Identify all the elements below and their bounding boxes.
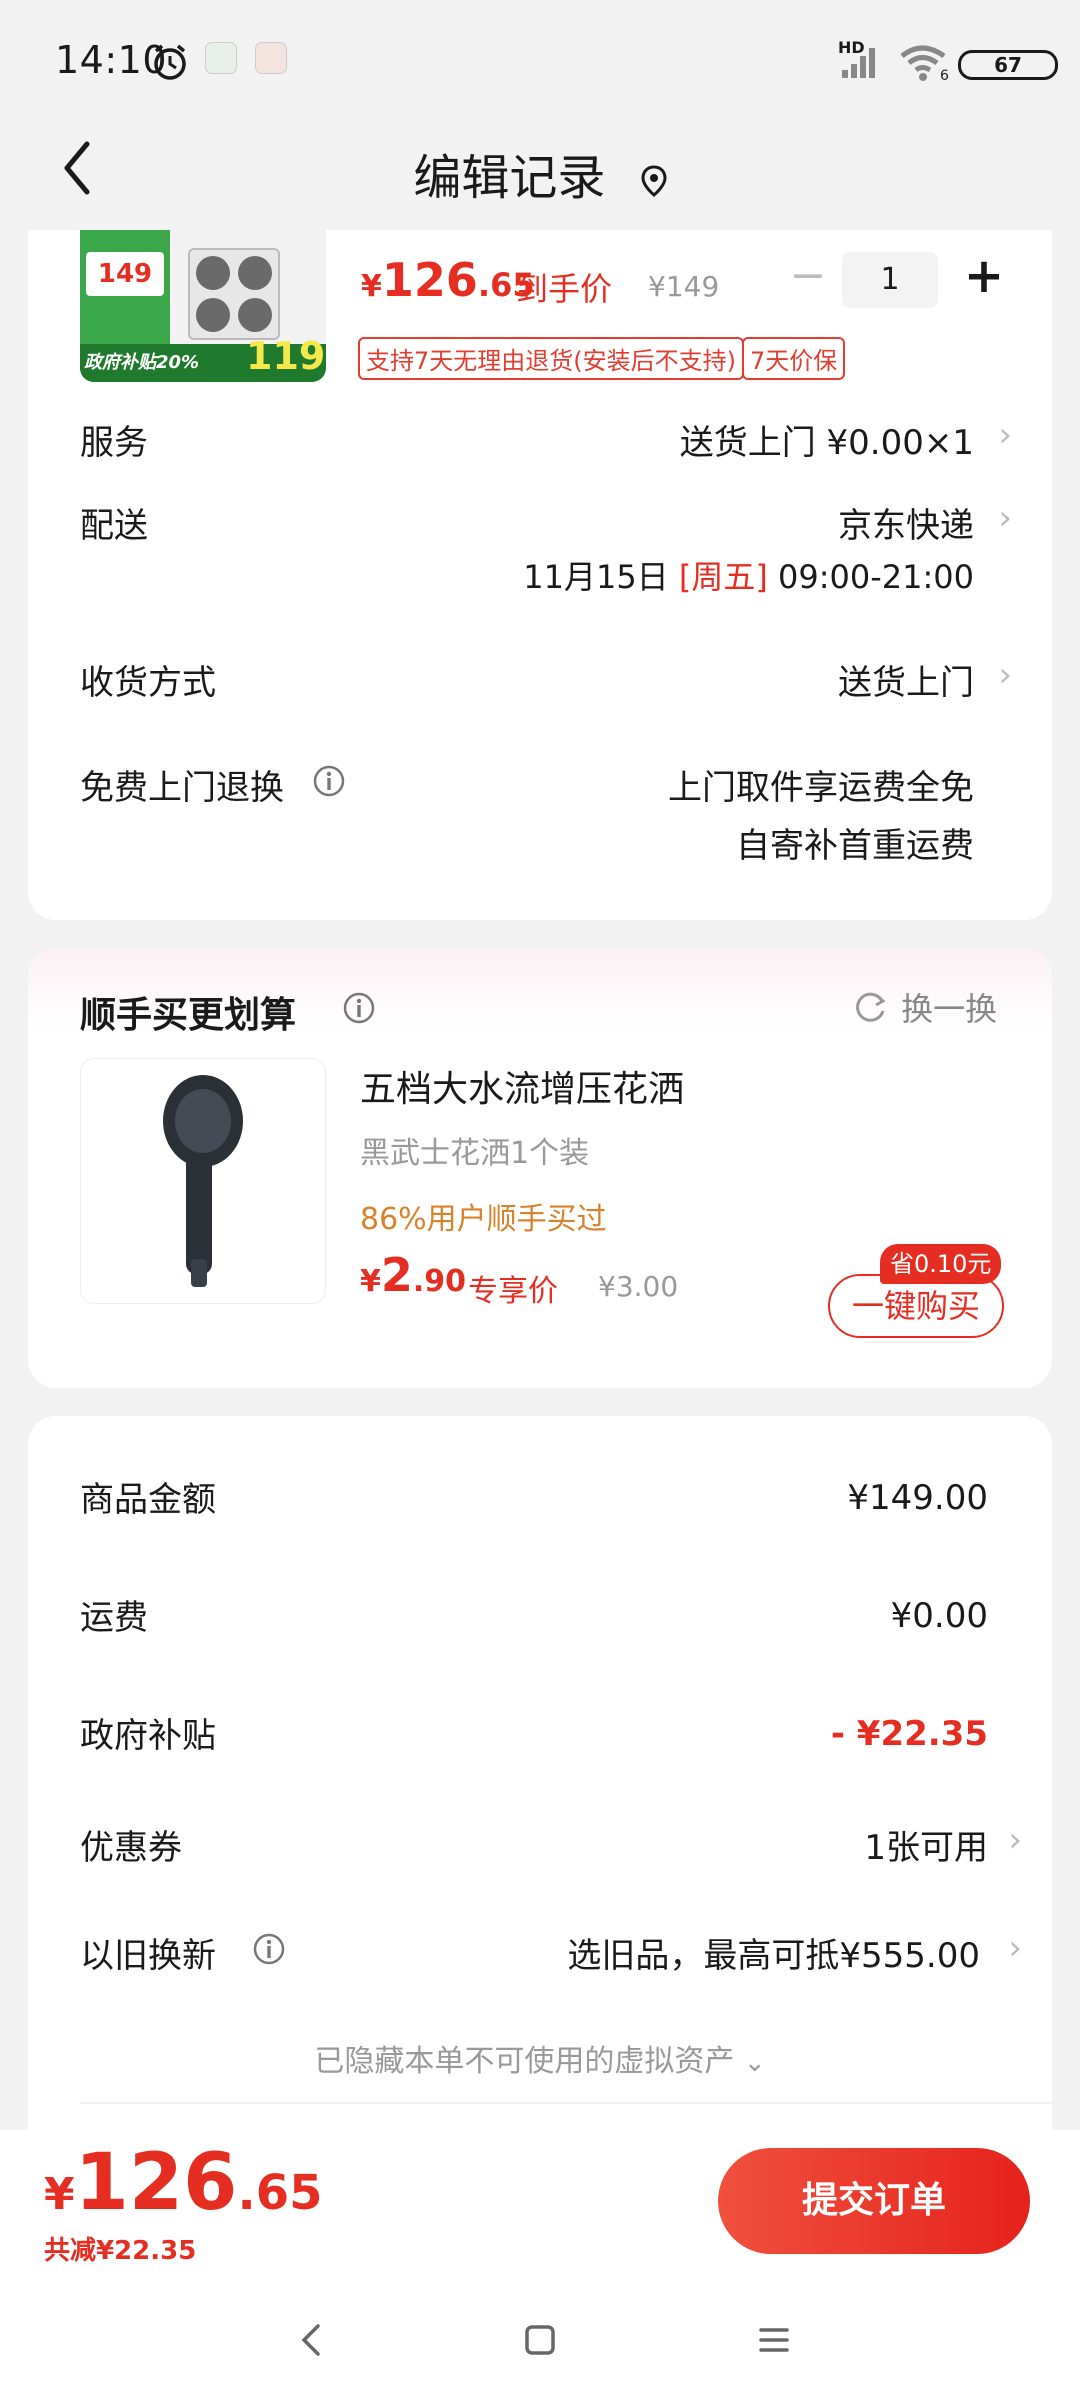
thumb-subsidy: 政府补贴20% bbox=[84, 352, 200, 373]
product-card: 149 政府补贴20% 119 ¥126.65 到手价 ¥149 − 1 + 支… bbox=[28, 230, 1052, 920]
price-int: 126 bbox=[381, 253, 478, 307]
coupon-value[interactable]: 1张可用 bbox=[864, 1820, 988, 1869]
product-price: ¥126.65 bbox=[361, 253, 535, 307]
thumb-price: 149 bbox=[86, 252, 164, 296]
addon-original-price: ¥3.00 bbox=[598, 1270, 679, 1303]
trade-in-label: 以旧换新 bbox=[80, 1936, 216, 1976]
quantity-input[interactable]: 1 bbox=[842, 252, 938, 308]
addon-title: 顺手买更划算 bbox=[80, 995, 297, 1036]
addon-price-int: 2 bbox=[380, 1248, 413, 1302]
receive-chevron-icon[interactable]: › bbox=[998, 655, 1012, 695]
status-bar: 14:10 HD 6 67 bbox=[0, 0, 1080, 110]
total-price: ¥126.65 bbox=[44, 2138, 322, 2228]
wifi-icon: 6 bbox=[900, 45, 949, 82]
addon-product-image[interactable] bbox=[80, 1058, 326, 1304]
product-thumbnail[interactable]: 149 政府补贴20% 119 bbox=[80, 230, 326, 382]
coupon-chevron-icon[interactable]: › bbox=[1008, 1820, 1022, 1860]
refresh-icon bbox=[856, 992, 886, 1022]
system-home-icon[interactable] bbox=[522, 2320, 558, 2360]
signal-icon bbox=[842, 48, 875, 78]
price-note: 到手价 bbox=[516, 270, 613, 308]
price-protect-tag: 7天价保 bbox=[742, 337, 846, 380]
receive-label: 收货方式 bbox=[80, 663, 216, 703]
addon-price-dec: .90 bbox=[412, 1264, 467, 1299]
alarm-icon bbox=[154, 44, 186, 80]
checkout-bar: ¥126.65 共减¥22.35 提交订单 bbox=[0, 2130, 1080, 2400]
receive-value[interactable]: 送货上门 bbox=[838, 655, 974, 704]
location-pin-icon[interactable] bbox=[641, 165, 667, 197]
divider bbox=[80, 2102, 1052, 2104]
delivery-carrier[interactable]: 京东快递 bbox=[838, 498, 974, 547]
free-return-line2: 自寄补首重运费 bbox=[736, 826, 974, 866]
delivery-date: 11月15日 bbox=[523, 558, 669, 596]
original-price: ¥149 bbox=[648, 270, 720, 303]
svg-text:6: 6 bbox=[940, 68, 949, 82]
quantity-increase-button[interactable]: + bbox=[962, 248, 1006, 304]
goods-amount-label: 商品金额 bbox=[80, 1480, 216, 1520]
delivery-window: 09:00-21:00 bbox=[778, 558, 974, 596]
delivery-weekday: [周五] bbox=[678, 558, 768, 596]
trade-in-value[interactable]: 选旧品，最高可抵¥555.00 bbox=[567, 1928, 980, 1977]
service-value[interactable]: 送货上门 ¥0.00×1 bbox=[680, 415, 974, 464]
addon-card: 顺手买更划算 换一换 五档大水流增压花洒 黑武士花洒1个装 86%用户顺手买过 … bbox=[28, 948, 1052, 1388]
trade-in-chevron-icon[interactable]: › bbox=[1008, 1928, 1022, 1968]
goods-amount-value: ¥149.00 bbox=[847, 1478, 988, 1518]
system-menu-icon[interactable] bbox=[756, 2320, 792, 2360]
chevron-down-icon: ⌄ bbox=[743, 2048, 766, 2078]
total-currency: ¥ bbox=[44, 2169, 75, 2220]
service-chevron-icon[interactable]: › bbox=[998, 415, 1012, 455]
addon-name[interactable]: 五档大水流增压花洒 bbox=[360, 1060, 684, 1112]
refresh-button[interactable]: 换一换 bbox=[850, 984, 997, 1032]
return-policy-tag: 支持7天无理由退货(安装后不支持) bbox=[358, 337, 744, 380]
hidden-assets-note: 已隐藏本单不可使用的虚拟资产 bbox=[314, 2044, 735, 2079]
delivery-chevron-icon[interactable]: › bbox=[998, 498, 1012, 538]
trade-in-info-icon[interactable] bbox=[252, 1932, 286, 1966]
info-icon[interactable] bbox=[312, 764, 346, 798]
addon-spec: 黑武士花洒1个装 bbox=[360, 1136, 590, 1171]
page-title: 编辑记录 bbox=[0, 138, 1080, 208]
quantity-decrease-button[interactable]: − bbox=[786, 254, 830, 304]
freight-label: 运费 bbox=[80, 1598, 148, 1638]
thumb-badge: 119 bbox=[246, 334, 326, 378]
total-dec: .65 bbox=[237, 2165, 323, 2221]
total-saved: 共减¥22.35 bbox=[44, 2236, 197, 2266]
save-badge: 省0.10元 bbox=[880, 1244, 1002, 1284]
top-navigation: 编辑记录 bbox=[0, 110, 1080, 230]
page-title-text: 编辑记录 bbox=[413, 150, 606, 206]
refresh-label: 换一换 bbox=[901, 990, 998, 1028]
order-summary-card: 商品金额 ¥149.00 运费 ¥0.00 政府补贴 - ¥22.35 优惠券 … bbox=[28, 1416, 1052, 2156]
subsidy-label: 政府补贴 bbox=[80, 1716, 216, 1756]
app-notification-icon bbox=[205, 42, 237, 74]
submit-order-button[interactable]: 提交订单 bbox=[718, 2148, 1030, 2254]
addon-info-icon[interactable] bbox=[342, 991, 376, 1025]
free-return-label: 免费上门退换 bbox=[80, 768, 284, 808]
addon-social-proof: 86%用户顺手买过 bbox=[360, 1202, 607, 1237]
battery-indicator: 67 bbox=[958, 50, 1058, 80]
system-back-icon[interactable] bbox=[296, 2320, 326, 2360]
service-label: 服务 bbox=[80, 423, 148, 463]
thumb-heater-image bbox=[188, 248, 280, 340]
delivery-label: 配送 bbox=[80, 506, 148, 546]
subsidy-value: - ¥22.35 bbox=[830, 1714, 988, 1754]
hidden-assets-toggle[interactable]: 已隐藏本单不可使用的虚拟资产 ⌄ bbox=[28, 2036, 1052, 2080]
jd-notification-icon bbox=[255, 42, 287, 74]
coupon-label: 优惠券 bbox=[80, 1828, 182, 1868]
total-int: 126 bbox=[74, 2138, 238, 2228]
shower-head-icon bbox=[163, 1075, 243, 1287]
price-currency: ¥ bbox=[361, 269, 382, 304]
delivery-time: 11月15日 [周五] 09:00-21:00 bbox=[523, 552, 974, 598]
freight-value: ¥0.00 bbox=[890, 1596, 988, 1636]
addon-price-note: 专享价 bbox=[468, 1274, 558, 1309]
free-return-line1: 上门取件享运费全免 bbox=[668, 768, 974, 808]
addon-price: ¥2.90 bbox=[360, 1248, 467, 1302]
